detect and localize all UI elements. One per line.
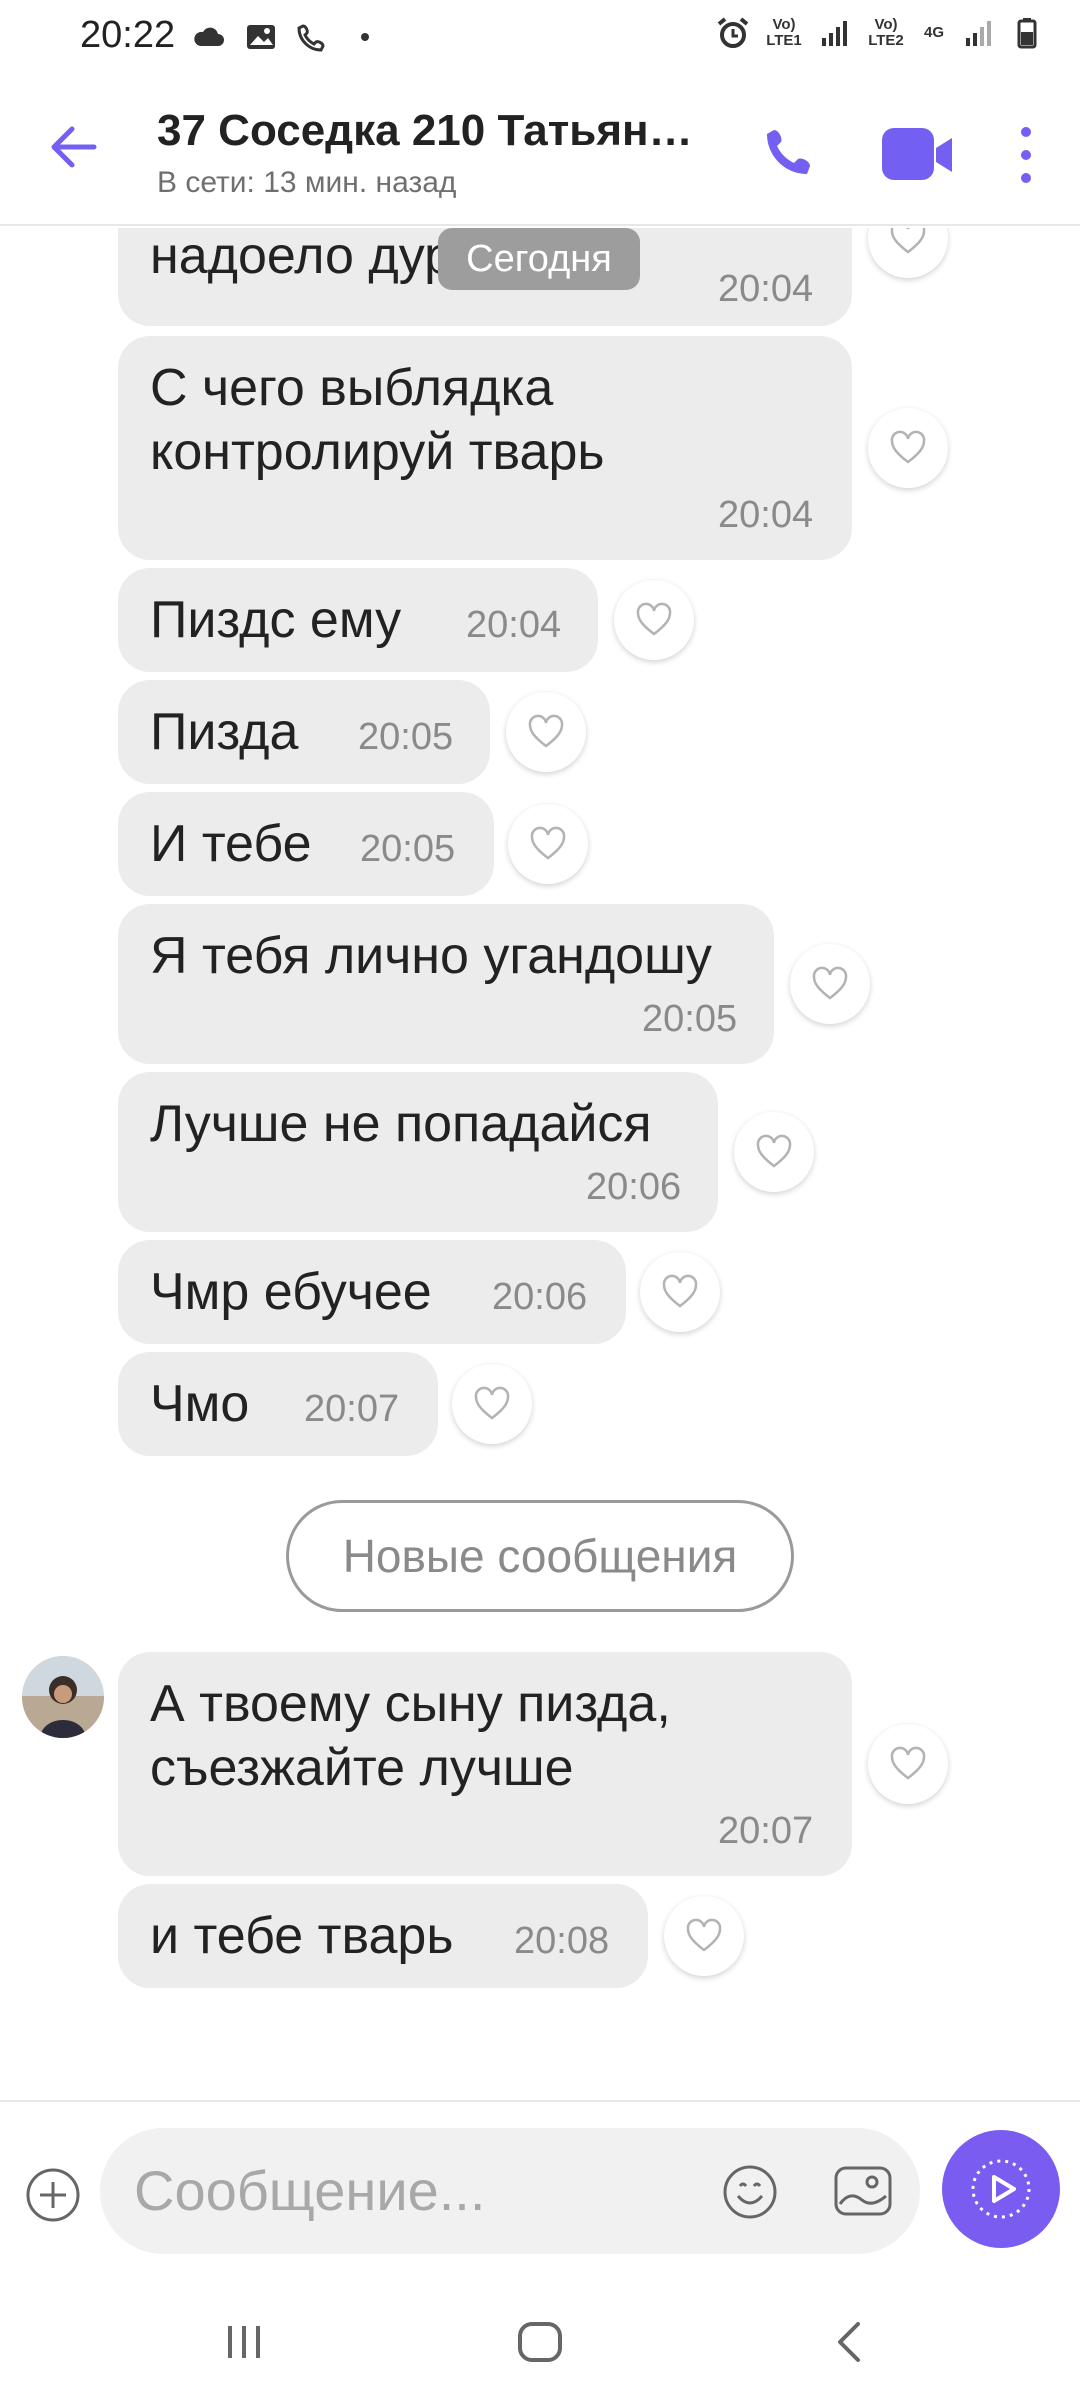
like-button[interactable] [664,1896,744,1976]
message-text: А твоему сыну пизда, съезжайте лучше [150,1675,671,1797]
heart-icon [890,1746,926,1780]
chat-header: 37 Соседка 210 Татьян… В сети: 13 мин. н… [0,80,1080,226]
like-button[interactable] [790,944,870,1024]
volte-lte2-icon: Vo) LTE2 [868,16,904,49]
message-bubble[interactable]: И тебе 20:05 [118,792,494,896]
online-status: В сети: 13 мин. назад [157,166,457,199]
send-button[interactable] [942,2130,1060,2248]
heart-icon [528,714,564,748]
status-bar: 20:22 Vo) LTE1 Vo) LTE2 4G [0,0,1080,80]
message-text: надоело дура [150,228,482,285]
heart-icon [890,430,926,464]
message-text: Я тебя лично угандошу [150,927,712,985]
message-input-placeholder: Сообщение... [134,2159,486,2222]
message-bubble[interactable]: Я тебя лично угандошу 20:05 [118,904,774,1064]
cloud-icon [194,27,224,46]
message-text: и тебе тварь [150,1907,454,1965]
send-icon [971,2159,1031,2219]
message-list[interactable]: надоело дура 20:04 Сегодня С чего выбляд… [0,228,1080,2098]
status-right-icons: Vo) LTE1 Vo) LTE2 4G [716,16,1044,50]
alarm-icon [717,17,749,48]
heart-icon [530,826,566,860]
chat-title[interactable]: 37 Соседка 210 Татьян… [157,106,717,156]
dot-icon [361,33,369,41]
message-time: 20:04 [718,268,814,310]
message-input[interactable]: Сообщение... [100,2128,920,2254]
message-time: 20:08 [514,1920,610,1962]
like-button[interactable] [508,804,588,884]
message-bubble[interactable]: С чего выблядка контролируй тварь 20:04 [118,336,852,560]
avatar[interactable] [22,1656,104,1738]
message-bubble[interactable]: Пизда 20:05 [118,680,490,784]
message-bubble[interactable]: Лучше не попадайся 20:06 [118,1072,718,1232]
4g-icon: 4G [923,24,944,41]
heart-icon [812,966,848,1000]
signal-icon [822,21,847,46]
message-text: Пизда [150,703,299,761]
image-icon [247,25,275,49]
video-call-icon[interactable] [880,120,956,190]
heart-icon [474,1386,510,1420]
volte-lte1-icon: Vo) LTE1 [766,16,802,49]
like-button[interactable] [868,228,948,278]
home-icon[interactable] [510,2312,570,2372]
composer: Сообщение... [0,2100,1080,2280]
like-button[interactable] [614,580,694,660]
battery-icon [1017,18,1037,49]
message-text: Чмр ебучее [150,1263,432,1321]
message-bubble[interactable]: А твоему сыну пизда, съезжайте лучше 20:… [118,1652,852,1876]
more-options-icon[interactable] [1010,120,1042,190]
like-button[interactable] [868,1724,948,1804]
signal-icon [966,21,991,46]
system-nav-bar [0,2280,1080,2400]
message-bubble[interactable]: Чмо 20:07 [118,1352,438,1456]
message-time: 20:06 [586,1166,682,1208]
new-messages-button[interactable]: Новые сообщения [286,1500,794,1612]
message-text: Чмо [150,1375,250,1433]
gallery-icon[interactable] [832,2162,894,2222]
recent-apps-icon[interactable] [214,2312,274,2372]
message-time: 20:04 [718,494,814,536]
like-button[interactable] [452,1364,532,1444]
like-button[interactable] [734,1112,814,1192]
message-time: 20:05 [360,828,456,870]
message-time: 20:05 [358,716,454,758]
message-time: 20:07 [718,1810,814,1852]
phone-call-icon[interactable] [760,124,820,184]
wifi-call-icon [297,24,325,52]
avatar-photo [22,1656,104,1738]
message-text: И тебе [150,815,312,873]
message-bubble[interactable]: и тебе тварь 20:08 [118,1884,648,1988]
heart-icon [662,1274,698,1308]
like-button[interactable] [868,408,948,488]
emoji-icon[interactable] [720,2162,780,2222]
add-attachment-icon[interactable] [24,2166,82,2224]
date-separator: Сегодня [438,228,640,290]
heart-icon [890,228,926,254]
message-time: 20:05 [642,998,738,1040]
like-button[interactable] [506,692,586,772]
status-left-icons [192,20,382,54]
back-arrow-icon[interactable] [46,120,100,174]
message-text: Пиздс ему [150,591,402,649]
message-bubble[interactable]: Чмр ебучее 20:06 [118,1240,626,1344]
heart-icon [636,602,672,636]
message-time: 20:06 [492,1276,588,1318]
message-time: 20:07 [304,1388,400,1430]
heart-icon [756,1134,792,1168]
heart-icon [686,1918,722,1952]
like-button[interactable] [640,1252,720,1332]
status-time: 20:22 [80,14,176,56]
message-bubble[interactable]: Пиздс ему 20:04 [118,568,598,672]
message-time: 20:04 [466,604,562,646]
message-text: Лучше не попадайся [150,1095,652,1153]
back-icon[interactable] [820,2312,880,2372]
message-text: С чего выблядка контролируй тварь [150,359,605,481]
